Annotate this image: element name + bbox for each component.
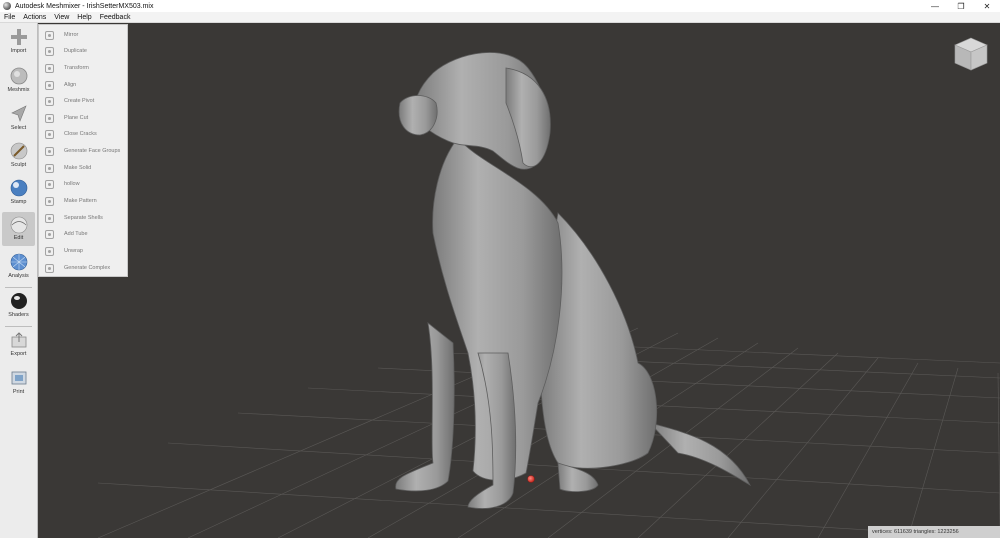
duplicate-icon (45, 46, 54, 56)
toolbar-analysis[interactable]: Analysis (2, 250, 35, 284)
toolbar-label: Shaders (8, 312, 29, 318)
toolbar-label: Select (10, 125, 27, 131)
toolbar-separator (5, 326, 32, 327)
toolbar-label: Analysis (8, 273, 29, 279)
tube-icon (45, 229, 54, 239)
hollow-icon (45, 179, 54, 189)
mesh-stats-status: vertices: 611639 triangles: 1223256 (868, 526, 1000, 538)
meshmix-icon (10, 67, 27, 85)
toolbar-separator (5, 287, 32, 288)
menu-actions[interactable]: Actions (19, 14, 50, 21)
edit-plane-cut[interactable]: Plane Cut (39, 110, 127, 126)
toolbar-import[interactable]: Import (2, 25, 35, 59)
menu-bar: File Actions View Help Feedback (0, 12, 1000, 23)
close-button[interactable]: ✕ (974, 0, 1000, 12)
toolbar-label: Import (10, 48, 27, 54)
toolbar-shaders[interactable]: Shaders (2, 289, 35, 323)
edit-item-label: Unwrap (64, 248, 83, 254)
brush-icon (10, 142, 27, 160)
edit-item-label: Mirror (64, 32, 79, 38)
separate-shells-icon (45, 213, 54, 223)
edit-transform[interactable]: Transform (39, 60, 127, 76)
edit-create-pivot[interactable]: Create Pivot (39, 93, 127, 109)
toolbar-stamp[interactable]: Stamp (2, 176, 35, 210)
menu-help[interactable]: Help (73, 14, 95, 21)
window-controls: — ❐ ✕ (922, 0, 1000, 12)
edit-item-label: Close Cracks (64, 131, 97, 137)
edit-make-pattern[interactable]: Make Pattern (39, 193, 127, 209)
edit-generate-face-groups[interactable]: Generate Face Groups (39, 143, 127, 159)
edit-item-label: Make Solid (64, 165, 92, 171)
pivot-marker (527, 475, 535, 483)
unwrap-icon (45, 246, 54, 256)
meshmixer-app-icon (3, 2, 11, 10)
edit-item-label: Align (64, 82, 77, 88)
make-solid-icon (45, 163, 54, 173)
mirror-icon (45, 30, 54, 40)
close-cracks-icon (45, 129, 54, 139)
title-bar: Autodesk Meshmixer - IrishSetterMX503.mi… (0, 0, 1000, 12)
toolbar-label: Stamp (10, 199, 27, 205)
viewport-scene (97, 52, 1000, 538)
minimize-button[interactable]: — (922, 0, 948, 12)
transform-icon (45, 63, 54, 73)
edit-item-label: Duplicate (64, 48, 87, 54)
toolbar-select[interactable]: Select (2, 102, 35, 136)
edit-hollow[interactable]: hollow (39, 176, 127, 192)
edit-menu-panel: Mirror Duplicate Transform Align Create … (38, 24, 128, 277)
stamp-icon (10, 179, 27, 197)
edit-mirror[interactable]: Mirror (39, 27, 127, 43)
edit-item-label: Transform (64, 65, 89, 71)
edit-unwrap[interactable]: Unwrap (39, 243, 127, 259)
view-cube[interactable] (953, 36, 989, 72)
toolbar-label: Export (10, 351, 27, 357)
toolbar-edit[interactable]: Edit (2, 212, 35, 246)
plus-icon (10, 29, 27, 45)
dog-model (395, 52, 752, 509)
edit-separate-shells[interactable]: Separate Shells (39, 210, 127, 226)
edit-align[interactable]: Align (39, 77, 127, 93)
toolbar-label: Meshmix (7, 87, 30, 93)
toolbar-meshmix[interactable]: Meshmix (2, 64, 35, 98)
toolbar-sculpt[interactable]: Sculpt (2, 139, 35, 173)
edit-icon (10, 216, 27, 234)
toolbar-print[interactable]: Print (2, 366, 35, 400)
shader-sphere-icon (10, 293, 27, 309)
face-groups-icon (45, 146, 54, 156)
edit-item-label: Generate Face Groups (64, 148, 121, 154)
pivot-icon (45, 96, 54, 106)
menu-view[interactable]: View (50, 14, 73, 21)
print-icon (11, 371, 26, 385)
select-arrow-icon (10, 105, 27, 122)
edit-make-solid[interactable]: Make Solid (39, 160, 127, 176)
analysis-icon (10, 253, 27, 271)
edit-generate-complex[interactable]: Generate Complex (39, 260, 127, 276)
edit-item-label: Make Pattern (64, 198, 97, 204)
pattern-icon (45, 196, 54, 206)
toolbar-label: Edit (13, 235, 24, 241)
edit-duplicate[interactable]: Duplicate (39, 43, 127, 59)
menu-file[interactable]: File (0, 14, 19, 21)
edit-close-cracks[interactable]: Close Cracks (39, 126, 127, 142)
3d-viewport[interactable] (38, 23, 1000, 538)
edit-item-label: Separate Shells (64, 215, 103, 221)
plane-cut-icon (45, 113, 54, 123)
restore-button[interactable]: ❐ (948, 0, 974, 12)
window-title: Autodesk Meshmixer - IrishSetterMX503.mi… (15, 2, 154, 10)
toolbar-label: Sculpt (10, 162, 27, 168)
edit-item-label: Create Pivot (64, 98, 95, 104)
edit-item-label: Plane Cut (64, 115, 89, 121)
edit-item-label: hollow (64, 181, 80, 187)
align-icon (45, 80, 54, 90)
toolbar-export[interactable]: Export (2, 328, 35, 362)
main-toolbar: Import Meshmix Select Sculpt Stamp Edit (0, 23, 38, 538)
export-icon (11, 332, 26, 348)
toolbar-label: Print (12, 389, 25, 395)
edit-item-label: Generate Complex (64, 265, 111, 271)
edit-item-label: Add Tube (64, 231, 88, 237)
complex-icon (45, 263, 54, 273)
menu-feedback[interactable]: Feedback (96, 14, 135, 21)
edit-add-tube[interactable]: Add Tube (39, 226, 127, 242)
